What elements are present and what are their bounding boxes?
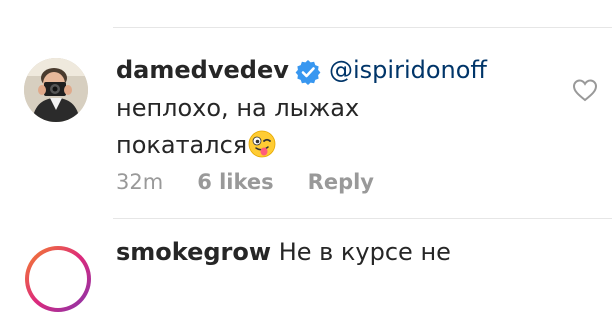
comment-username[interactable]: damedvedev [116,56,289,84]
comment-text-line-2: покатался [116,130,276,159]
winking-face-with-tongue-icon [248,130,276,158]
comment-meta: 32m 6 likes Reply [116,170,408,194]
divider-top [113,27,612,28]
reply-button[interactable]: Reply [308,170,374,194]
next-comment-text: Не в курсе не [278,238,451,266]
avatar[interactable] [24,58,88,122]
comment-text-line-1: неплохо, на лыжах [116,94,360,122]
like-heart-icon[interactable] [572,78,598,102]
divider-bottom [113,218,612,219]
mention-link[interactable]: @ispiridonoff [329,56,487,84]
comment-text-line-2-text: покатался [116,131,248,159]
next-comment-username[interactable]: smokegrow [116,238,271,266]
next-comment-avatar-inner [29,250,87,308]
comment-likes-count[interactable]: 6 likes [197,170,273,194]
next-comment: smokegrow Не в курсе не [116,238,451,266]
avatar-image [24,58,88,122]
comment-time: 32m [116,170,164,194]
verified-badge-icon [295,60,321,85]
